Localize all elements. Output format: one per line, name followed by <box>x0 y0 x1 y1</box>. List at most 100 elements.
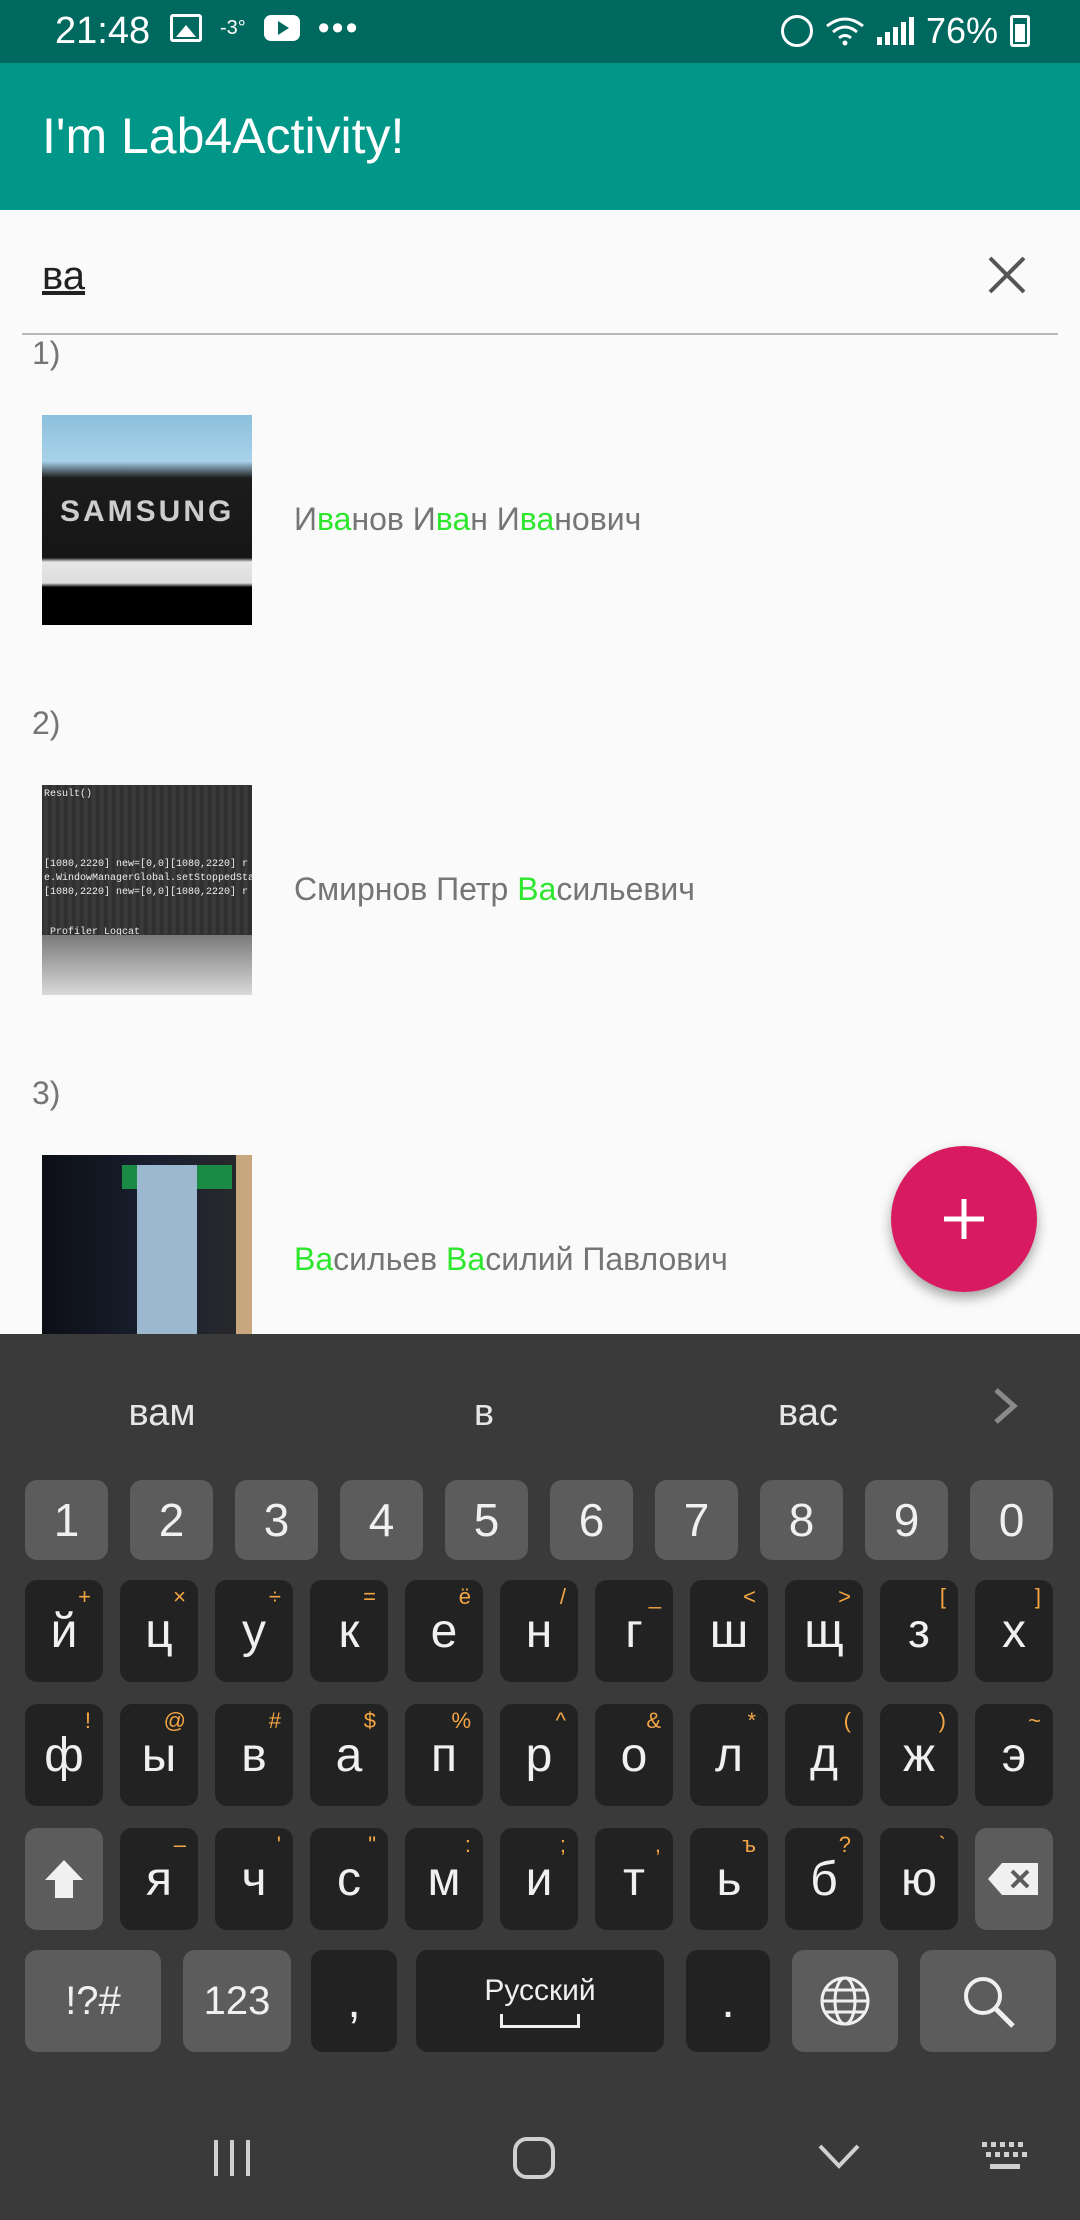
home-icon[interactable] <box>510 2134 558 2182</box>
app-bar: I'm Lab4Activity! <box>0 63 1080 210</box>
key-symbol: ! <box>84 1708 91 1733</box>
battery-icon <box>1010 15 1030 47</box>
key-ф[interactable]: ф! <box>25 1704 103 1806</box>
search-row <box>0 210 1080 335</box>
search-key[interactable] <box>920 1950 1056 2052</box>
key-б[interactable]: б? <box>785 1828 863 1930</box>
suggestion-2[interactable]: в <box>374 1392 594 1435</box>
highlighted-match: ва <box>435 501 471 537</box>
key-а[interactable]: а $ <box>310 1704 388 1806</box>
keyboard-icon[interactable] <box>980 2140 1030 2174</box>
search-input[interactable] <box>42 246 942 306</box>
key-7[interactable]: 7 <box>655 1480 738 1560</box>
key-ж[interactable]: ж) <box>880 1704 958 1806</box>
key-н[interactable]: н / <box>500 1580 578 1682</box>
key-label: Русский <box>484 1974 596 2007</box>
backspace-key[interactable] <box>975 1828 1053 1930</box>
suggestion-1[interactable]: вам <box>52 1392 272 1435</box>
key-symbol: ъ <box>742 1832 756 1857</box>
key-4[interactable]: 4 <box>340 1480 423 1560</box>
item-photo <box>42 1155 252 1335</box>
key-6[interactable]: 6 <box>550 1480 633 1560</box>
photo-detail <box>236 1155 252 1335</box>
highlighted-match: Ва <box>517 871 557 907</box>
key-5[interactable]: 5 <box>445 1480 528 1560</box>
key-ч[interactable]: ч ' <box>215 1828 293 1930</box>
key-и[interactable]: и; <box>500 1828 578 1930</box>
symbols-key[interactable]: !?# <box>25 1950 161 2052</box>
temperature-text: -3° <box>220 16 246 39</box>
shift-icon <box>45 1860 83 1898</box>
key-label: о <box>620 1728 648 1782</box>
key-0[interactable]: 0 <box>970 1480 1053 1560</box>
key-в[interactable]: в # <box>215 1704 293 1806</box>
key-label: 4 <box>368 1494 395 1546</box>
key-д[interactable]: д( <box>785 1704 863 1806</box>
key-е[interactable]: её <box>405 1580 483 1682</box>
key-3[interactable]: 3 <box>235 1480 318 1560</box>
key-ь[interactable]: ьъ <box>690 1828 768 1930</box>
key-щ[interactable]: щ > <box>785 1580 863 1682</box>
key-label: у <box>242 1604 266 1658</box>
key-symbol: ] <box>1034 1584 1041 1609</box>
key-label: а <box>335 1728 363 1782</box>
key-9[interactable]: 9 <box>865 1480 948 1560</box>
key-symbol: ) <box>938 1708 946 1733</box>
period-key[interactable]: . <box>686 1950 770 2052</box>
list-item[interactable]: 1) SAMSUNG Иванов Иван Иванович <box>0 335 1080 705</box>
key-ш[interactable]: ш < <box>690 1580 768 1682</box>
chevron-down-icon[interactable] <box>816 2140 862 2174</box>
key-symbol: ^ <box>555 1708 566 1733</box>
key-ю[interactable]: ю ` <box>880 1828 958 1930</box>
key-г[interactable]: г _ <box>595 1580 673 1682</box>
key-й[interactable]: й + <box>25 1580 103 1682</box>
key-т[interactable]: т, <box>595 1828 673 1930</box>
key-у[interactable]: у ÷ <box>215 1580 293 1682</box>
status-time: 21:48 <box>55 10 151 52</box>
key-п[interactable]: п% <box>405 1704 483 1806</box>
photo-text: Result() <box>44 789 93 800</box>
key-л[interactable]: л * <box>690 1704 768 1806</box>
key-1[interactable]: 1 <box>25 1480 108 1560</box>
key-з[interactable]: з[ <box>880 1580 958 1682</box>
key-э[interactable]: э ~ <box>975 1704 1053 1806</box>
more-notifications-icon: ••• <box>317 9 360 47</box>
shift-key[interactable] <box>25 1828 103 1930</box>
key-я[interactable]: я – <box>120 1828 198 1930</box>
name-text: силий Павлович <box>485 1241 728 1277</box>
key-symbol: / <box>559 1584 566 1609</box>
key-р[interactable]: р ^ <box>500 1704 578 1806</box>
key-2[interactable]: 2 <box>130 1480 213 1560</box>
key-ы[interactable]: ы @ <box>120 1704 198 1806</box>
key-label: ц <box>145 1604 173 1658</box>
globe-icon <box>820 1976 870 2026</box>
key-label: ж <box>902 1728 936 1782</box>
key-ц[interactable]: ц × <box>120 1580 198 1682</box>
key-label: 5 <box>473 1494 500 1546</box>
key-х[interactable]: х] <box>975 1580 1053 1682</box>
key-м[interactable]: м: <box>405 1828 483 1930</box>
close-icon[interactable] <box>982 250 1032 300</box>
language-key[interactable] <box>792 1950 898 2052</box>
suggestion-3[interactable]: вас <box>698 1392 918 1435</box>
key-label: э <box>1001 1728 1027 1782</box>
key-8[interactable]: 8 <box>760 1480 843 1560</box>
photo-text: SAMSUNG <box>60 495 235 528</box>
key-label: г <box>625 1604 643 1658</box>
list-item[interactable]: 2) Result() [1080,2220] new=[0,0][1080,2… <box>0 705 1080 1075</box>
spacebar-icon <box>500 2014 580 2028</box>
key-symbol: > <box>838 1584 851 1609</box>
highlighted-match: ва <box>519 501 555 537</box>
key-с[interactable]: с " <box>310 1828 388 1930</box>
key-symbol: + <box>78 1584 91 1609</box>
add-button[interactable] <box>891 1146 1037 1292</box>
key-symbol: ( <box>843 1708 851 1733</box>
key-к[interactable]: к = <box>310 1580 388 1682</box>
numbers-key[interactable]: 123 <box>183 1950 291 2052</box>
recent-apps-icon[interactable] <box>210 2136 254 2180</box>
chevron-right-icon[interactable] <box>990 1386 1020 1426</box>
space-key[interactable]: Русский <box>416 1950 664 2052</box>
comma-key[interactable]: , <box>311 1950 397 2052</box>
key-о[interactable]: о & <box>595 1704 673 1806</box>
suggestion-bar: вам в вас <box>0 1334 1080 1474</box>
